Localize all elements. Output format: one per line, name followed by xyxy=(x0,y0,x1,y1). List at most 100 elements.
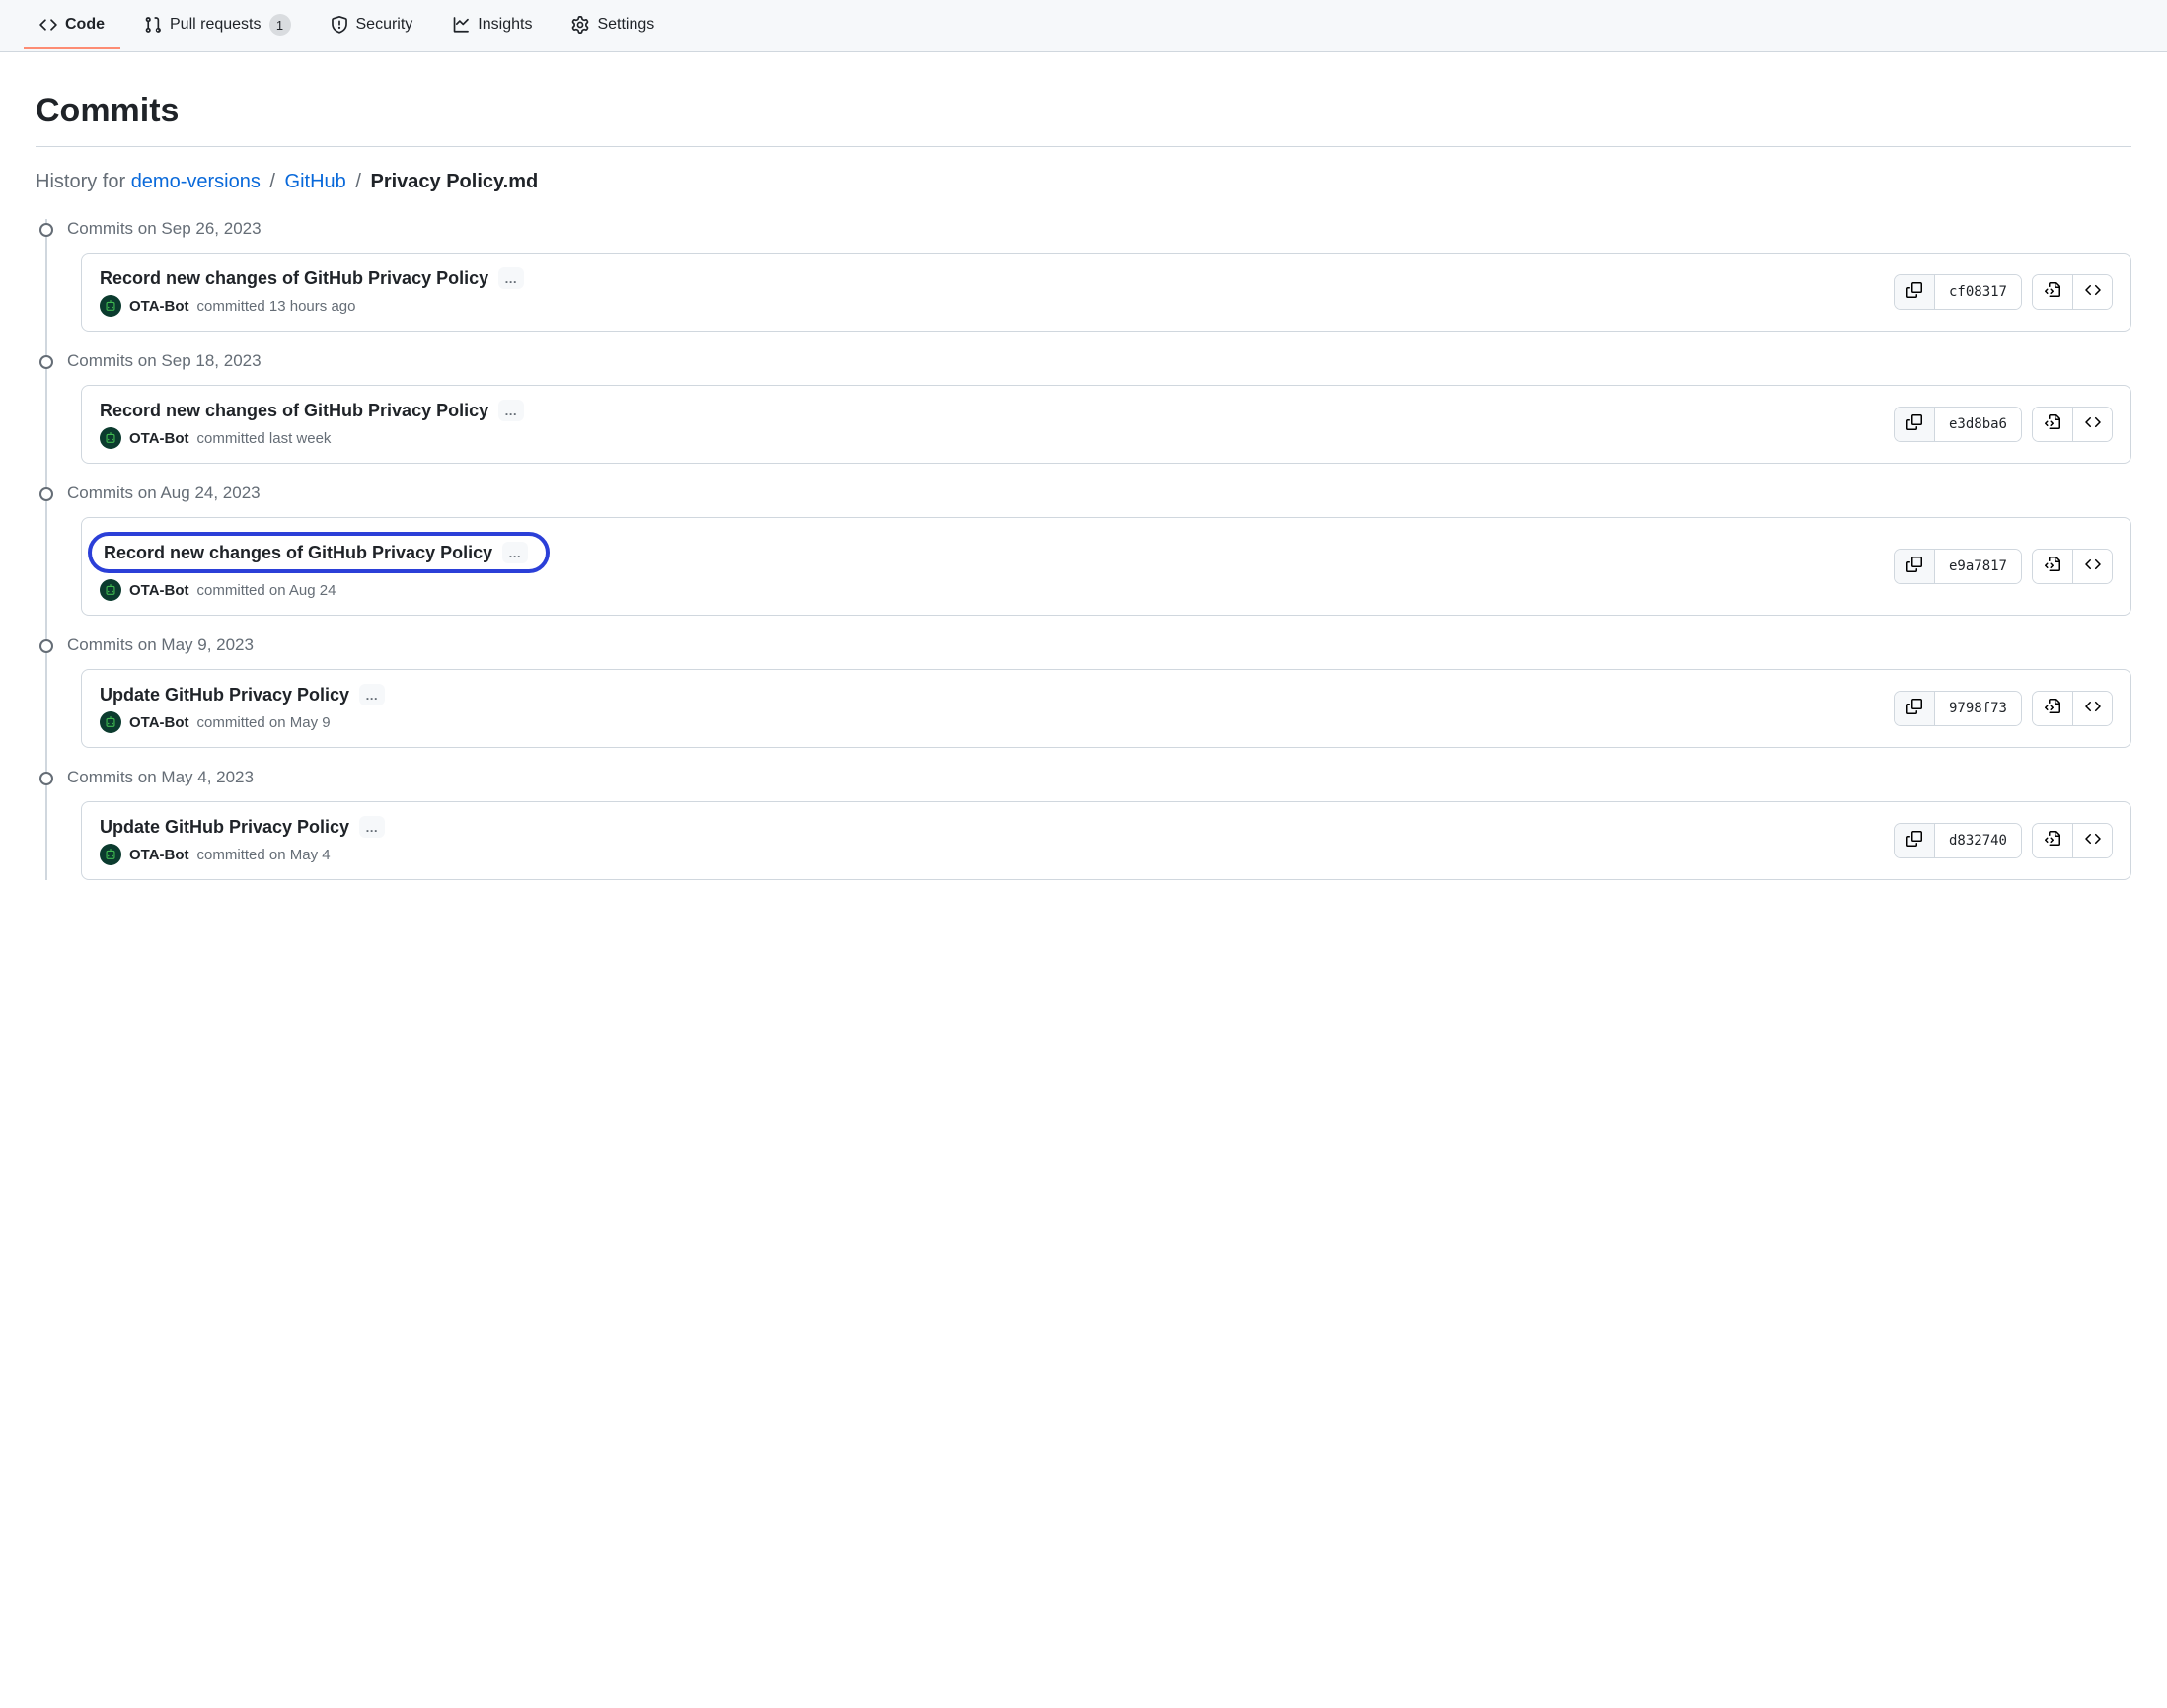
code-icon xyxy=(2085,699,2101,718)
breadcrumb-folder[interactable]: GitHub xyxy=(285,171,346,192)
commit-date-group: Commits on Aug 24, 2023 Record new change… xyxy=(67,483,2131,616)
commit-info: Record new changes of GitHub Privacy Pol… xyxy=(100,532,1894,601)
tab-label: Code xyxy=(65,16,105,34)
commit-date-label: Commits on May 4, 2023 xyxy=(67,768,2131,787)
commit-title-row: Update GitHub Privacy Policy … xyxy=(100,684,1894,705)
commit-timeline: Commits on Sep 26, 2023Record new change… xyxy=(36,219,2131,880)
view-file-button[interactable] xyxy=(2033,692,2072,725)
browse-button-group xyxy=(2032,274,2113,310)
commit-meta: OTA-Bot committed on May 4 xyxy=(100,844,1894,865)
commit-row: Update GitHub Privacy Policy … OTA-Bot comm… xyxy=(82,670,2130,747)
commit-time: committed on May 4 xyxy=(197,847,331,863)
commit-time: committed on Aug 24 xyxy=(197,582,336,599)
commit-actions: e3d8ba6 xyxy=(1894,407,2113,442)
commit-author-link[interactable]: OTA-Bot xyxy=(129,847,189,863)
browse-repo-button[interactable] xyxy=(2072,275,2112,309)
commit-row: Record new changes of GitHub Privacy Pol… xyxy=(82,254,2130,331)
commit-expand-button[interactable]: … xyxy=(498,400,524,421)
avatar[interactable] xyxy=(100,844,121,865)
commit-title-link[interactable]: Record new changes of GitHub Privacy Pol… xyxy=(100,401,488,421)
timeline-marker-icon xyxy=(39,639,53,653)
sha-button-group: e3d8ba6 xyxy=(1894,407,2022,442)
breadcrumb-sep: / xyxy=(269,171,275,192)
copy-sha-button[interactable] xyxy=(1895,550,1934,583)
commit-author-link[interactable]: OTA-Bot xyxy=(129,714,189,731)
commit-expand-button[interactable]: … xyxy=(359,684,385,705)
avatar[interactable] xyxy=(100,295,121,317)
code-icon xyxy=(2085,414,2101,434)
avatar[interactable] xyxy=(100,427,121,449)
browse-repo-button[interactable] xyxy=(2072,692,2112,725)
browse-repo-button[interactable] xyxy=(2072,824,2112,857)
view-commit-link[interactable]: d832740 xyxy=(1934,824,2021,857)
commit-list: Update GitHub Privacy Policy … OTA-Bot comm… xyxy=(81,669,2131,748)
browse-repo-button[interactable] xyxy=(2072,408,2112,441)
avatar[interactable] xyxy=(100,579,121,601)
tab-security[interactable]: Security xyxy=(315,2,429,49)
sha-button-group: e9a7817 xyxy=(1894,549,2022,584)
commit-title-link[interactable]: Update GitHub Privacy Policy xyxy=(100,817,349,838)
tab-settings[interactable]: Settings xyxy=(556,2,670,49)
commit-title-row: Record new changes of GitHub Privacy Pol… xyxy=(100,400,1894,421)
copy-sha-button[interactable] xyxy=(1895,824,1934,857)
pull-request-icon xyxy=(144,16,162,34)
copy-icon xyxy=(1906,282,1922,302)
commit-list: Update GitHub Privacy Policy … OTA-Bot comm… xyxy=(81,801,2131,880)
view-file-button[interactable] xyxy=(2033,408,2072,441)
page-title: Commits xyxy=(36,92,2131,130)
commit-meta: OTA-Bot committed on May 9 xyxy=(100,711,1894,733)
browse-repo-button[interactable] xyxy=(2072,550,2112,583)
commit-row: Record new changes of GitHub Privacy Pol… xyxy=(82,518,2130,615)
commit-title-link[interactable]: Update GitHub Privacy Policy xyxy=(100,685,349,705)
tab-code[interactable]: Code xyxy=(24,2,120,49)
commit-info: Record new changes of GitHub Privacy Pol… xyxy=(100,400,1894,449)
commit-expand-button[interactable]: … xyxy=(498,267,524,289)
commit-time: committed 13 hours ago xyxy=(197,298,356,315)
commit-row: Record new changes of GitHub Privacy Pol… xyxy=(82,386,2130,463)
copy-sha-button[interactable] xyxy=(1895,692,1934,725)
repo-tabnav: Code Pull requests 1 Security Insights S… xyxy=(0,0,2167,52)
copy-icon xyxy=(1906,414,1922,434)
avatar[interactable] xyxy=(100,711,121,733)
commit-expand-button[interactable]: … xyxy=(359,816,385,838)
code-icon xyxy=(2085,557,2101,576)
commit-date-group: Commits on Sep 26, 2023Record new change… xyxy=(67,219,2131,332)
view-file-button[interactable] xyxy=(2033,275,2072,309)
commit-date-label: Commits on Aug 24, 2023 xyxy=(67,483,2131,503)
view-commit-link[interactable]: e9a7817 xyxy=(1934,550,2021,583)
commit-title-link[interactable]: Record new changes of GitHub Privacy Pol… xyxy=(104,543,492,563)
copy-sha-button[interactable] xyxy=(1895,275,1934,309)
commit-meta: OTA-Bot committed 13 hours ago xyxy=(100,295,1894,317)
view-file-button[interactable] xyxy=(2033,824,2072,857)
commit-author-link[interactable]: OTA-Bot xyxy=(129,298,189,315)
sha-button-group: cf08317 xyxy=(1894,274,2022,310)
commit-time: committed last week xyxy=(197,430,332,447)
sha-button-group: d832740 xyxy=(1894,823,2022,858)
commit-actions: 9798f73 xyxy=(1894,691,2113,726)
breadcrumb-sep: / xyxy=(355,171,361,192)
copy-sha-button[interactable] xyxy=(1895,408,1934,441)
view-commit-link[interactable]: e3d8ba6 xyxy=(1934,408,2021,441)
commit-meta: OTA-Bot committed on Aug 24 xyxy=(100,579,1894,601)
timeline-marker-icon xyxy=(39,487,53,501)
timeline-marker-icon xyxy=(39,223,53,237)
commit-date-group: Commits on Sep 18, 2023Record new change… xyxy=(67,351,2131,464)
commit-title-row: Update GitHub Privacy Policy … xyxy=(100,816,1894,838)
tab-label: Security xyxy=(356,16,413,34)
breadcrumb-file: Privacy Policy.md xyxy=(370,171,538,192)
tab-pull-requests[interactable]: Pull requests 1 xyxy=(128,0,307,51)
view-file-button[interactable] xyxy=(2033,550,2072,583)
commit-author-link[interactable]: OTA-Bot xyxy=(129,430,189,447)
commit-actions: cf08317 xyxy=(1894,274,2113,310)
commit-expand-button[interactable]: … xyxy=(502,542,528,563)
view-commit-link[interactable]: cf08317 xyxy=(1934,275,2021,309)
commit-time: committed on May 9 xyxy=(197,714,331,731)
breadcrumb-prefix: History for xyxy=(36,171,125,192)
breadcrumb-repo[interactable]: demo-versions xyxy=(131,171,261,192)
breadcrumb: History for demo-versions / GitHub / Pri… xyxy=(36,171,2131,193)
view-commit-link[interactable]: 9798f73 xyxy=(1934,692,2021,725)
commit-title-link[interactable]: Record new changes of GitHub Privacy Pol… xyxy=(100,268,488,289)
tab-insights[interactable]: Insights xyxy=(436,2,548,49)
commit-date-label: Commits on May 9, 2023 xyxy=(67,635,2131,655)
commit-author-link[interactable]: OTA-Bot xyxy=(129,582,189,599)
